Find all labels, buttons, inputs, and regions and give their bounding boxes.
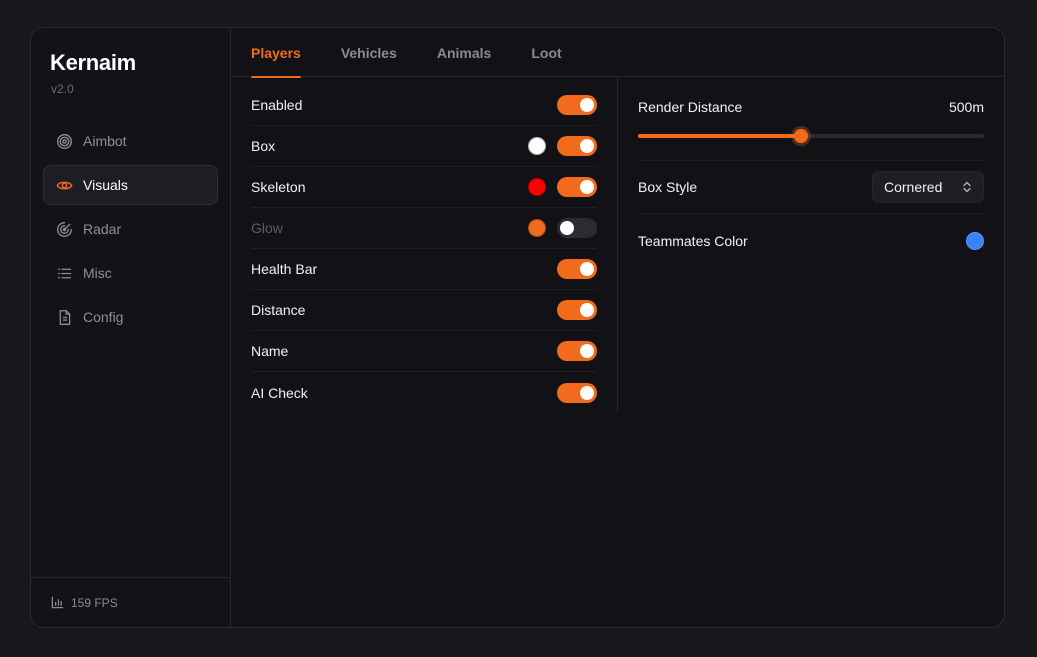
- render-distance-setting: Render Distance 500m: [638, 77, 984, 161]
- sidebar-item-label: Misc: [83, 265, 112, 281]
- toggle-settings-column: Enabled Box Skeleton Glow Health Bar Dis…: [231, 77, 618, 413]
- main-panel: Players Vehicles Animals Loot Enabled Bo…: [231, 28, 1004, 627]
- health-bar-toggle[interactable]: [557, 259, 597, 279]
- sidebar-nav: Aimbot Visuals Radar Misc Config: [43, 121, 218, 341]
- target-icon: [55, 132, 73, 150]
- box-color-swatch[interactable]: [528, 137, 546, 155]
- chevron-up-down-icon: [963, 181, 971, 193]
- bar-chart-icon: [51, 596, 64, 609]
- setting-label: Skeleton: [251, 179, 306, 195]
- setting-label: Glow: [251, 220, 283, 236]
- skeleton-color-swatch[interactable]: [528, 178, 546, 196]
- enabled-toggle[interactable]: [557, 95, 597, 115]
- tab-animals[interactable]: Animals: [437, 28, 491, 77]
- app-window: Kernaim v2.0 Aimbot Visuals Radar Misc C…: [30, 27, 1005, 628]
- options-column: Render Distance 500m Box Style Cornered: [618, 77, 1004, 413]
- sidebar-item-label: Aimbot: [83, 133, 127, 149]
- skeleton-toggle[interactable]: [557, 177, 597, 197]
- eye-icon: [55, 176, 73, 194]
- setting-label: Health Bar: [251, 261, 318, 277]
- fps-text: 159 FPS: [71, 595, 118, 610]
- box-style-label: Box Style: [638, 179, 698, 195]
- tab-bar: Players Vehicles Animals Loot: [231, 28, 1004, 78]
- box-toggle[interactable]: [557, 136, 597, 156]
- sidebar-item-visuals[interactable]: Visuals: [43, 165, 218, 205]
- distance-toggle[interactable]: [557, 300, 597, 320]
- glow-toggle[interactable]: [557, 218, 597, 238]
- sidebar-item-label: Visuals: [83, 177, 128, 193]
- sidebar-item-radar[interactable]: Radar: [43, 209, 218, 249]
- fps-counter: 159 FPS: [31, 577, 230, 627]
- setting-enabled: Enabled: [251, 85, 597, 126]
- setting-glow: Glow: [251, 208, 597, 249]
- setting-label: Enabled: [251, 97, 303, 113]
- render-distance-label: Render Distance: [638, 99, 743, 115]
- app-version: v2.0: [51, 82, 74, 96]
- file-icon: [55, 308, 73, 326]
- box-style-select[interactable]: Cornered: [872, 171, 984, 203]
- tab-vehicles[interactable]: Vehicles: [341, 28, 397, 77]
- name-toggle[interactable]: [557, 341, 597, 361]
- setting-distance: Distance: [251, 290, 597, 331]
- setting-box: Box: [251, 126, 597, 167]
- slider-fill: [638, 134, 801, 138]
- box-style-setting: Box Style Cornered: [638, 161, 984, 214]
- teammates-color-swatch[interactable]: [966, 231, 984, 250]
- teammates-color-setting: Teammates Color: [638, 214, 984, 267]
- sidebar: Kernaim v2.0 Aimbot Visuals Radar Misc C…: [31, 28, 231, 627]
- setting-ai-check: AI Check: [251, 372, 597, 413]
- sidebar-item-config[interactable]: Config: [43, 297, 218, 337]
- radar-icon: [55, 220, 73, 238]
- sidebar-item-label: Radar: [83, 221, 122, 237]
- tab-players[interactable]: Players: [251, 28, 301, 78]
- tab-loot[interactable]: Loot: [531, 28, 561, 77]
- app-logo: Kernaim: [50, 50, 136, 75]
- teammates-color-label: Teammates Color: [638, 232, 748, 249]
- ai-check-toggle[interactable]: [557, 382, 597, 403]
- setting-label: Distance: [251, 302, 306, 318]
- settings-content: Enabled Box Skeleton Glow Health Bar Dis…: [231, 77, 1004, 413]
- sidebar-item-aimbot[interactable]: Aimbot: [43, 121, 218, 161]
- render-distance-slider[interactable]: [638, 129, 984, 143]
- setting-label: Name: [251, 343, 289, 359]
- setting-label: Box: [251, 138, 276, 154]
- setting-name: Name: [251, 331, 597, 372]
- setting-label: AI Check: [251, 384, 308, 401]
- sidebar-item-misc[interactable]: Misc: [43, 253, 218, 293]
- box-style-value: Cornered: [884, 179, 943, 195]
- slider-thumb[interactable]: [793, 129, 808, 143]
- glow-color-swatch[interactable]: [528, 219, 546, 237]
- render-distance-value: 500m: [948, 99, 984, 115]
- list-icon: [55, 264, 73, 282]
- sidebar-item-label: Config: [83, 309, 124, 325]
- setting-health-bar: Health Bar: [251, 249, 597, 290]
- setting-skeleton: Skeleton: [251, 167, 597, 208]
